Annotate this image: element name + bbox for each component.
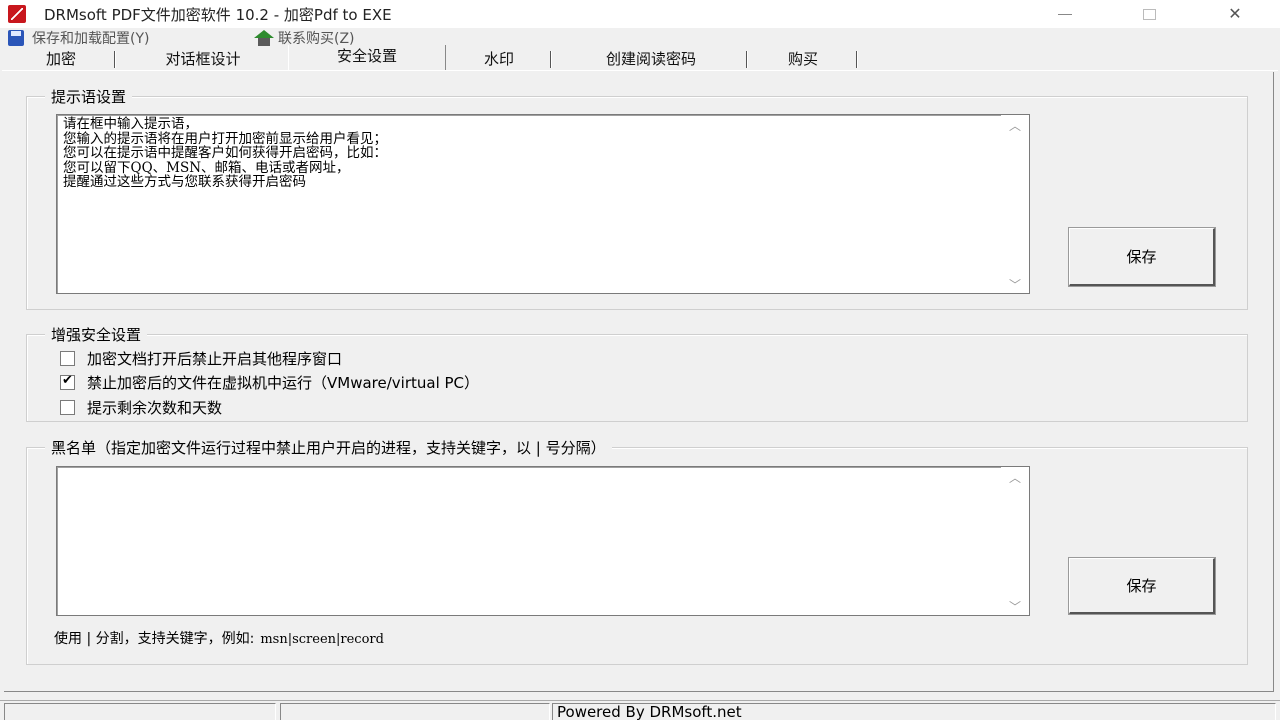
powered-by-text: Powered By DRMsoft.net [552, 703, 1276, 720]
checkbox-show-remaining[interactable] [60, 399, 75, 415]
close-button[interactable]: ✕ [1212, 0, 1258, 28]
status-bar: Powered By DRMsoft.net [0, 700, 1280, 720]
title-bar: DRMsoft PDF文件加密软件 10.2 - 加密Pdf to EXE ✕ [0, 0, 1280, 28]
blacklist-hint-text: 使用 | 分割，支持关键字，例如: [54, 631, 255, 647]
tab-dialog-design[interactable]: 对话框设计 [128, 48, 278, 70]
tab-separator [114, 51, 116, 68]
minimize-button[interactable] [1042, 0, 1088, 28]
blacklist-hint-example: msn|screen|record [260, 632, 384, 647]
scroll-up-icon[interactable]: ︿ [1009, 469, 1021, 486]
tab-separator [746, 51, 748, 68]
menu-save-load-config[interactable]: 保存和加载配置(Y) [8, 29, 149, 47]
tab-encrypt[interactable]: 加密 [22, 48, 100, 70]
checkbox-block-other-windows[interactable] [60, 350, 75, 366]
tab-watermark[interactable]: 水印 [456, 48, 542, 70]
tab-separator [856, 51, 858, 68]
enhanced-security-title: 增强安全设置 [45, 324, 148, 345]
tab-separator [550, 51, 552, 68]
save-icon [8, 30, 24, 46]
option-block-virtual-machine-label: 禁止加密后的文件在虚拟机中运行（VMware/virtual PC） [87, 373, 480, 392]
tab-buy[interactable]: 购买 [760, 48, 846, 70]
blacklist-title: 黑名单（指定加密文件运行过程中禁止用户开启的进程，支持关键字，以 | 号分隔） [45, 437, 612, 458]
tab-strip: 加密 对话框设计 安全设置 水印 创建阅读密码 购买 [0, 45, 1280, 70]
prompt-textarea[interactable]: 请在框中输入提示语， 您输入的提示语将在用户打开加密前显示给用户看见； 您可以在… [56, 114, 1030, 294]
prompt-save-button[interactable]: 保存 [1068, 227, 1216, 287]
pdf-app-icon [8, 5, 26, 23]
option-block-other-windows[interactable]: 加密文档打开后禁止开启其他程序窗口 [60, 348, 342, 368]
house-icon [254, 30, 274, 46]
blacklist-hint: 使用 | 分割，支持关键字，例如: msn|screen|record [54, 628, 384, 648]
option-show-remaining-label: 提示剩余次数和天数 [87, 398, 223, 417]
tab-security-settings[interactable]: 安全设置 [288, 45, 446, 70]
scroll-down-icon[interactable]: ﹀ [1009, 276, 1021, 293]
prompt-scrollbar[interactable]: ︿ ﹀ [1001, 115, 1029, 293]
prompt-settings-title: 提示语设置 [45, 86, 133, 107]
option-show-remaining[interactable]: 提示剩余次数和天数 [60, 397, 222, 417]
tab-create-read-password[interactable]: 创建阅读密码 [564, 48, 738, 70]
checkbox-block-virtual-machine[interactable] [60, 373, 75, 390]
scroll-up-icon[interactable]: ︿ [1009, 117, 1021, 134]
status-cell-1 [4, 703, 276, 720]
option-block-other-windows-label: 加密文档打开后禁止开启其他程序窗口 [87, 349, 343, 368]
blacklist-scrollbar[interactable]: ︿ ﹀ [1001, 467, 1029, 615]
menu-bar: 保存和加载配置(Y) 联系购买(Z) [0, 28, 1280, 48]
status-cell-2 [280, 703, 550, 720]
prompt-text: 请在框中输入提示语， 您输入的提示语将在用户打开加密前显示给用户看见； 您可以在… [63, 116, 387, 190]
maximize-button[interactable] [1126, 0, 1172, 28]
blacklist-textarea[interactable]: ︿ ﹀ [56, 466, 1030, 616]
blacklist-save-button[interactable]: 保存 [1068, 557, 1216, 615]
menu-save-load-config-label: 保存和加载配置(Y) [32, 31, 150, 47]
scroll-down-icon[interactable]: ﹀ [1009, 598, 1021, 615]
option-block-virtual-machine[interactable]: 禁止加密后的文件在虚拟机中运行（VMware/virtual PC） [60, 372, 479, 392]
maximize-icon [1142, 9, 1156, 20]
window-title: DRMsoft PDF文件加密软件 10.2 - 加密Pdf to EXE [44, 6, 392, 24]
tab-body-edge [2, 70, 1278, 71]
minimize-icon [1058, 14, 1072, 15]
